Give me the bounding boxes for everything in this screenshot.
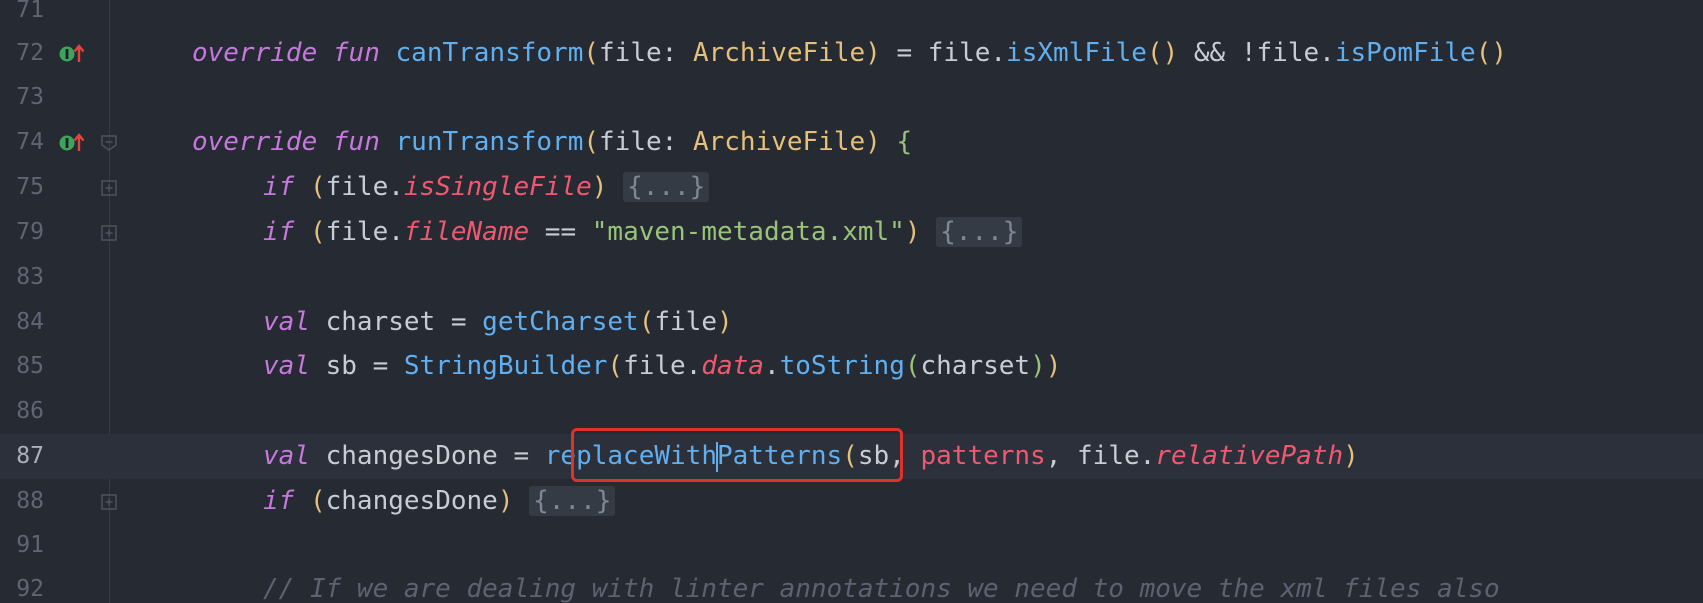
- code-text[interactable]: val charset = getCharset(file): [263, 300, 733, 345]
- code-line[interactable]: 88 if (changesDone) {...}: [0, 479, 1703, 524]
- code-line[interactable]: 74 override fun runTransform(file: Archi…: [0, 120, 1703, 165]
- fold-expand-icon[interactable]: [100, 224, 118, 242]
- code-text[interactable]: if (file.fileName == "maven-metadata.xml…: [263, 210, 1023, 255]
- line-number: 83: [16, 264, 44, 290]
- line-number: 74: [16, 129, 44, 155]
- code-text[interactable]: override fun canTransform(file: ArchiveF…: [192, 31, 1507, 76]
- line-number: 86: [16, 398, 44, 424]
- fold-collapse-icon[interactable]: [100, 134, 118, 152]
- line-number: 87: [16, 443, 44, 469]
- line-number: 73: [16, 84, 44, 110]
- folded-region: {...}: [623, 172, 710, 202]
- fold-expand-icon[interactable]: [100, 179, 118, 197]
- code-line[interactable]: 73: [0, 75, 1703, 120]
- line-number: 75: [16, 174, 44, 200]
- code-line[interactable]: 75 if (file.isSingleFile) {...}: [0, 165, 1703, 210]
- fold-expand-icon[interactable]: [100, 493, 118, 511]
- line-number: 88: [16, 488, 44, 514]
- code-line[interactable]: 84 val charset = getCharset(file): [0, 300, 1703, 345]
- override-icon[interactable]: [58, 131, 88, 155]
- line-number: 79: [16, 219, 44, 245]
- code-text[interactable]: val sb = StringBuilder(file.data.toStrin…: [263, 344, 1061, 389]
- code-line[interactable]: 85 val sb = StringBuilder(file.data.toSt…: [0, 344, 1703, 389]
- folded-region: {...}: [936, 217, 1023, 247]
- code-line[interactable]: 79 if (file.fileName == "maven-metadata.…: [0, 210, 1703, 255]
- line-number: 92: [16, 576, 44, 602]
- code-editor[interactable]: 71 72 override fun canTransform(file: Ar…: [0, 0, 1703, 603]
- code-text[interactable]: if (changesDone) {...}: [263, 479, 616, 524]
- code-text[interactable]: if (file.isSingleFile) {...}: [263, 165, 710, 210]
- line-number: 85: [16, 353, 44, 379]
- code-line[interactable]: 91: [0, 523, 1703, 568]
- folded-region: {...}: [529, 486, 616, 516]
- line-number: 91: [16, 532, 44, 558]
- code-line[interactable]: 92 // If we are dealing with linter anno…: [0, 567, 1703, 603]
- code-comment[interactable]: // If we are dealing with linter annotat…: [263, 567, 1500, 603]
- override-icon[interactable]: [58, 42, 88, 66]
- highlight-annotation-box: [571, 428, 903, 482]
- code-text[interactable]: override fun runTransform(file: ArchiveF…: [192, 120, 912, 165]
- line-number: 71: [16, 0, 44, 23]
- code-line[interactable]: 83: [0, 255, 1703, 300]
- line-number: 84: [16, 309, 44, 335]
- line-number: 72: [16, 40, 44, 66]
- code-line[interactable]: 72 override fun canTransform(file: Archi…: [0, 31, 1703, 76]
- code-line[interactable]: 71: [0, 0, 1703, 33]
